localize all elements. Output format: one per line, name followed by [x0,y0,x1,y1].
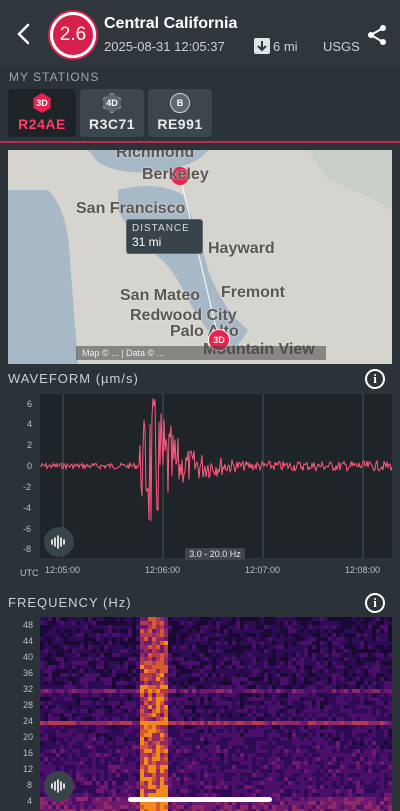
event-depth: 6 mi [273,39,298,54]
waveform-title: WAVEFORM (µm/s) [8,371,139,386]
distance-callout: DISTANCE 31 mi [126,219,203,254]
station-name: RE991 [157,116,203,132]
back-chevron-icon[interactable] [10,20,38,48]
y-tick: 32 [23,684,34,694]
y-tick: 40 [23,652,34,662]
station-type-badge: B [170,93,190,113]
station-type-badge: 4D [103,93,121,113]
station-tab-r24ae[interactable]: 3D R24AE [8,89,76,137]
y-tick: 16 [23,748,34,758]
map-attribution[interactable]: Map © ... | Data © ... [76,346,326,360]
y-tick: 48 [23,620,34,630]
y-tick: 12 [23,764,34,774]
y-tick: -2 [23,482,32,492]
y-tick: 20 [23,732,34,742]
y-tick: -4 [23,503,32,513]
spectrogram-svg [40,617,392,811]
event-source: USGS [323,39,360,54]
station-marker-label: 3D [213,335,225,345]
y-tick: -6 [23,524,32,534]
event-datetime: 2025-08-31 12:05:37 [104,39,225,54]
y-tick: 28 [23,700,34,710]
station-tab-r3c71[interactable]: 4D R3C71 [80,89,144,137]
station-name: R24AE [18,116,66,132]
station-tab-re991[interactable]: B RE991 [148,89,212,137]
x-tick: 12:08:00 [345,565,381,575]
y-tick: 44 [23,636,34,646]
sound-wave-icon[interactable] [44,771,74,801]
info-icon[interactable]: i [365,369,385,389]
stations-label: MY STATIONS [9,70,100,84]
y-tick: 24 [23,716,34,726]
y-tick: 4 [27,419,33,429]
distance-value: 31 mi [132,235,162,249]
map-label: Richmond [116,150,195,161]
down-arrow-icon [254,38,270,54]
station-map[interactable]: Richmond Berkeley San Francisco Hayward … [8,150,392,364]
y-tick: 4 [27,796,33,806]
frequency-band-badge: 3.0 - 20.0 Hz [185,548,245,560]
x-tick: 12:07:00 [245,565,281,575]
y-tick: 8 [27,780,33,790]
y-tick: 2 [27,440,33,450]
station-name: R3C71 [88,116,136,132]
y-tick: 36 [23,668,34,678]
y-tick: 6 [27,399,33,409]
home-indicator[interactable] [128,797,272,802]
waveform-svg [39,394,393,558]
x-tick: 12:06:00 [145,565,181,575]
frequency-title: FREQUENCY (Hz) [8,595,132,610]
distance-label: DISTANCE [132,223,190,234]
map-label: Berkeley [142,166,209,183]
info-icon[interactable]: i [365,593,385,613]
y-tick: 0 [27,461,33,471]
header: 2.6 Central California 2025-08-31 12:05:… [0,0,400,66]
waveform-plot [39,394,393,558]
spectrogram-plot [40,617,392,811]
timezone-label: UTC [20,568,39,578]
stations-divider [0,141,400,143]
map-label: San Mateo [120,287,201,304]
map-label: San Francisco [76,200,186,217]
share-icon[interactable] [366,24,388,46]
map-label: Hayward [208,240,275,257]
event-title: Central California [104,15,238,32]
y-tick: -8 [23,544,32,554]
magnitude-badge: 2.6 [50,12,96,58]
station-type-badge: 3D [33,93,51,113]
sound-wave-icon[interactable] [44,527,74,557]
map-label: Fremont [221,284,285,301]
x-tick: 12:05:00 [45,565,81,575]
